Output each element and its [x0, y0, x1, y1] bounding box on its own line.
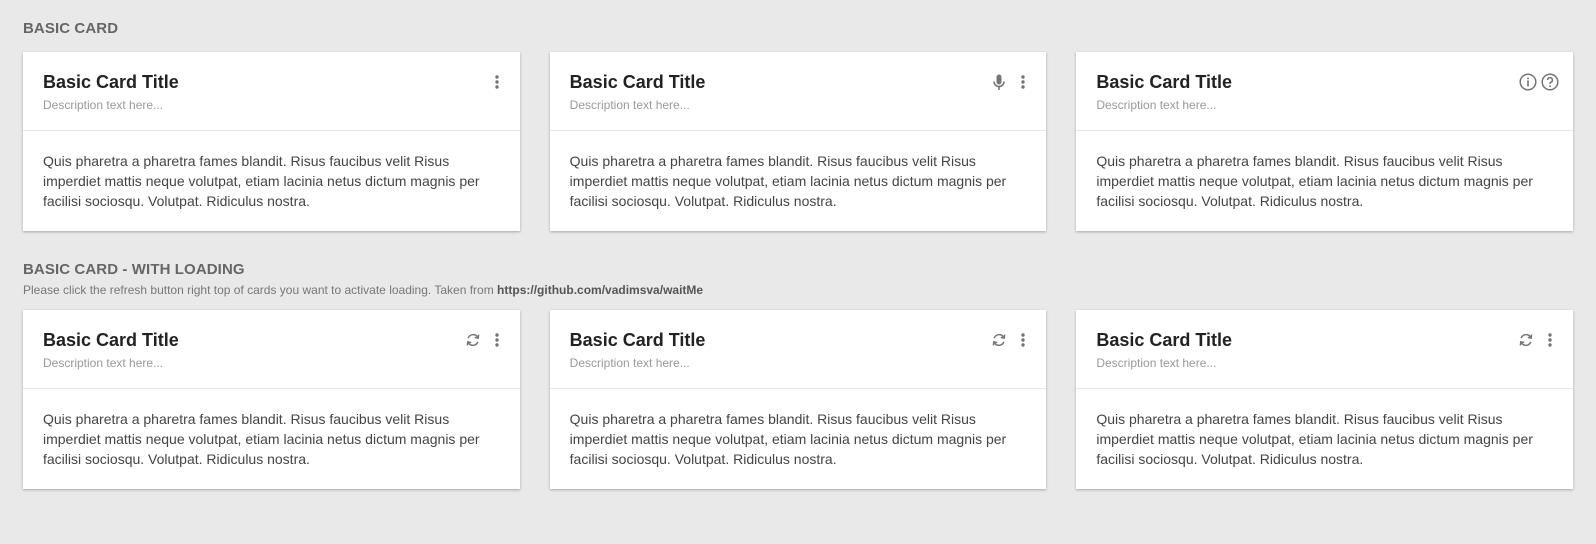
card-body: Quis pharetra a pharetra fames blandit. …	[569, 153, 1007, 209]
more-vert-icon[interactable]	[1014, 72, 1032, 92]
card-title: Basic Card Title	[43, 330, 179, 350]
card: Basic Card Title Description text here..…	[549, 52, 1047, 231]
card-actions	[990, 330, 1032, 350]
microphone-icon[interactable]	[990, 72, 1008, 92]
waitme-link[interactable]: https://github.com/vadimsva/waitMe	[497, 283, 703, 297]
card: Basic Card Title Description text here..…	[1076, 52, 1574, 231]
card-title: Basic Card Title	[569, 330, 706, 350]
section-title-basic-card: BASIC CARD	[23, 20, 119, 37]
card-actions	[990, 72, 1032, 92]
card-description: Description text here...	[1096, 356, 1217, 370]
section-description: Please click the refresh button right to…	[23, 283, 1573, 297]
card-actions	[1519, 72, 1559, 92]
card-description: Description text here...	[43, 356, 164, 370]
card: Basic Card Title Description text here..…	[1076, 310, 1574, 489]
card-body: Quis pharetra a pharetra fames blandit. …	[43, 411, 480, 467]
card-description: Description text here...	[569, 356, 690, 370]
card-body: Quis pharetra a pharetra fames blandit. …	[569, 411, 1007, 467]
card-body: Quis pharetra a pharetra fames blandit. …	[1096, 153, 1533, 209]
card-title: Basic Card Title	[569, 72, 706, 92]
card-header: Basic Card Title Description text here..…	[23, 310, 520, 389]
section-title-loading: BASIC CARD - WITH LOADING	[23, 261, 245, 278]
section-description-text: Please click the refresh button right to…	[23, 283, 498, 297]
refresh-icon[interactable]	[1517, 330, 1535, 350]
card-description: Description text here...	[1096, 98, 1217, 112]
card-description: Description text here...	[43, 98, 164, 112]
card-row-basic: Basic Card Title Description text here..…	[23, 52, 1574, 231]
card: Basic Card Title Description text here..…	[23, 310, 520, 489]
card-actions	[464, 330, 506, 350]
refresh-icon[interactable]	[464, 330, 482, 350]
info-icon[interactable]	[1519, 72, 1537, 92]
refresh-icon[interactable]	[990, 330, 1008, 350]
card-header: Basic Card Title Description text here..…	[23, 52, 520, 131]
card: Basic Card Title Description text here..…	[23, 52, 520, 231]
card-header: Basic Card Title Description text here..…	[1076, 310, 1574, 389]
card-actions	[488, 72, 506, 92]
more-vert-icon[interactable]	[488, 330, 506, 350]
help-icon[interactable]	[1541, 72, 1559, 92]
card: Basic Card Title Description text here..…	[549, 310, 1047, 489]
card-row-loading: Basic Card Title Description text here..…	[23, 310, 1574, 489]
card-header: Basic Card Title Description text here..…	[549, 310, 1047, 389]
card-title: Basic Card Title	[43, 72, 179, 92]
card-body: Quis pharetra a pharetra fames blandit. …	[43, 153, 480, 209]
more-vert-icon[interactable]	[1541, 330, 1559, 350]
card-body: Quis pharetra a pharetra fames blandit. …	[1096, 411, 1533, 467]
more-vert-icon[interactable]	[488, 72, 506, 92]
card-header: Basic Card Title Description text here..…	[1076, 52, 1574, 131]
card-title: Basic Card Title	[1096, 72, 1233, 92]
card-header: Basic Card Title Description text here..…	[549, 52, 1047, 131]
page: BASIC CARD Basic Card Title Description …	[0, 0, 1596, 489]
card-title: Basic Card Title	[1096, 330, 1233, 350]
more-vert-icon[interactable]	[1014, 330, 1032, 350]
card-description: Description text here...	[569, 98, 690, 112]
card-actions	[1517, 330, 1559, 350]
